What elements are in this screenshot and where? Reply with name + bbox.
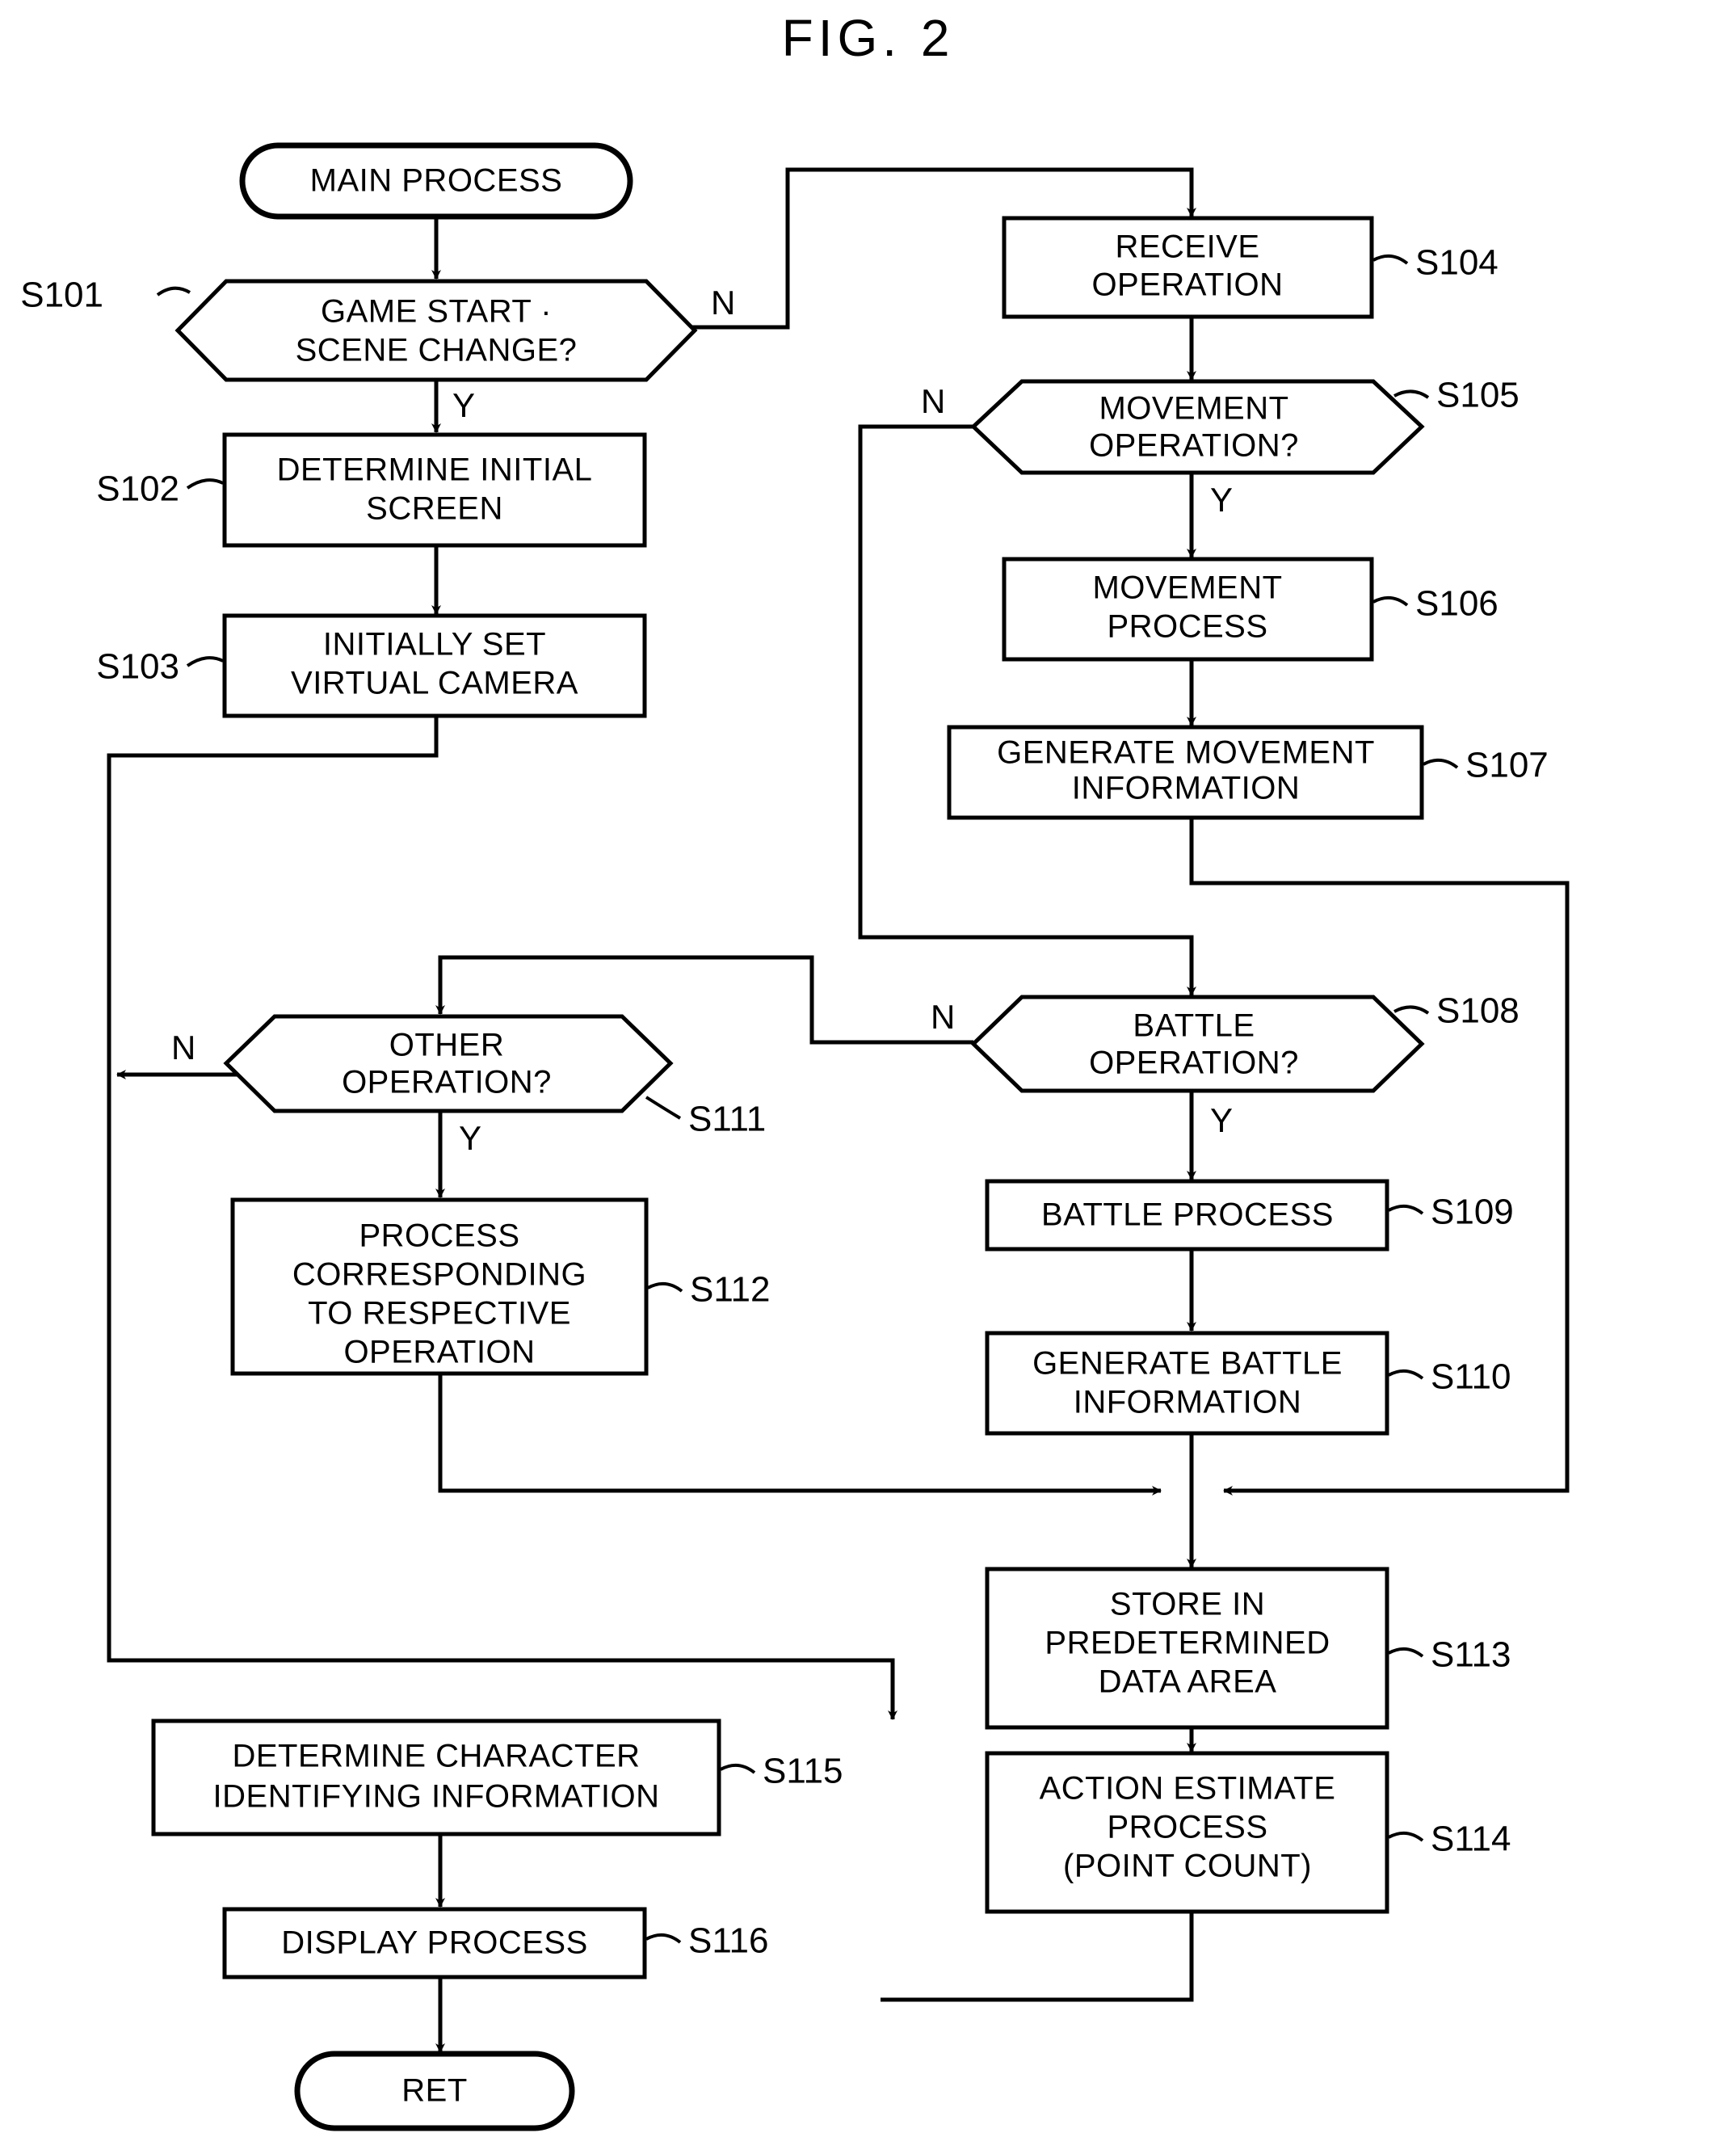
node-s110-line1: GENERATE BATTLE bbox=[1032, 1346, 1343, 1382]
node-s106-line2: PROCESS bbox=[1107, 609, 1267, 645]
edge-s105-n-to-s108 bbox=[858, 424, 1196, 996]
figure-page: FIG. 2 MAIN PROCESS GAME START · SCENE C… bbox=[0, 0, 1736, 2154]
leader-s105 bbox=[1393, 389, 1430, 399]
leader-s104 bbox=[1372, 254, 1409, 265]
node-s103-line2: VIRTUAL CAMERA bbox=[291, 666, 578, 701]
step-label-s103: S103 bbox=[96, 647, 179, 687]
leader-s103 bbox=[186, 656, 224, 667]
node-s113-line1: STORE IN bbox=[1110, 1587, 1265, 1622]
node-s113-line3: DATA AREA bbox=[1099, 1664, 1277, 1700]
leader-s106 bbox=[1372, 595, 1409, 607]
branch-label-s105-y: Y bbox=[1210, 481, 1233, 519]
branch-label-s111-y: Y bbox=[459, 1119, 481, 1157]
node-ret-label: RET bbox=[401, 2073, 468, 2109]
node-s103-line1: INITIALLY SET bbox=[323, 627, 546, 663]
branch-label-s111-n: N bbox=[171, 1029, 195, 1066]
node-s102-line2: SCREEN bbox=[366, 491, 503, 527]
branch-label-s108-y: Y bbox=[1210, 1101, 1233, 1139]
branch-label-s108-n: N bbox=[931, 998, 955, 1036]
node-s112-line1: PROCESS bbox=[359, 1218, 519, 1254]
node-s105-line2: OPERATION? bbox=[1089, 428, 1299, 464]
node-s110-line2: INFORMATION bbox=[1074, 1385, 1302, 1420]
step-label-s108: S108 bbox=[1436, 991, 1520, 1031]
node-main-process-label: MAIN PROCESS bbox=[310, 163, 563, 199]
leader-s109 bbox=[1388, 1204, 1424, 1215]
leader-s113 bbox=[1388, 1647, 1424, 1658]
node-s115-line2: IDENTIFYING INFORMATION bbox=[213, 1779, 660, 1815]
step-label-s112: S112 bbox=[690, 1270, 771, 1310]
flowchart-canvas: MAIN PROCESS GAME START · SCENE CHANGE? … bbox=[20, 142, 1570, 2131]
leader-s108 bbox=[1393, 1005, 1430, 1015]
leader-s102 bbox=[186, 478, 224, 490]
node-s114-line3: (POINT COUNT) bbox=[1063, 1849, 1312, 1884]
step-label-s111: S111 bbox=[688, 1100, 766, 1139]
leader-s116 bbox=[645, 1933, 682, 1944]
leader-s112 bbox=[647, 1281, 683, 1293]
node-s111-line1: OTHER bbox=[389, 1028, 505, 1063]
step-label-s113: S113 bbox=[1431, 1635, 1511, 1675]
node-s102 bbox=[222, 432, 647, 548]
node-s114-line1: ACTION ESTIMATE bbox=[1040, 1771, 1336, 1807]
step-label-s115: S115 bbox=[763, 1752, 843, 1791]
node-s112-line3: TO RESPECTIVE bbox=[308, 1296, 571, 1332]
step-label-s101: S101 bbox=[20, 276, 103, 315]
branch-label-s101-y: Y bbox=[452, 386, 475, 424]
node-s102-line1: DETERMINE INITIAL bbox=[277, 452, 593, 488]
leader-s114 bbox=[1388, 1831, 1424, 1842]
node-s115-line1: DETERMINE CHARACTER bbox=[232, 1739, 640, 1774]
branch-label-s105-n: N bbox=[921, 382, 945, 420]
node-s108-line2: OPERATION? bbox=[1089, 1045, 1299, 1081]
leader-s115 bbox=[720, 1763, 756, 1774]
leader-s101 bbox=[156, 286, 191, 297]
step-label-s102: S102 bbox=[96, 469, 179, 509]
node-s114-line2: PROCESS bbox=[1107, 1810, 1267, 1845]
leader-s111 bbox=[645, 1096, 682, 1120]
node-s104-line2: OPERATION bbox=[1091, 267, 1283, 303]
leader-s107 bbox=[1423, 758, 1459, 769]
node-s104-line1: RECEIVE bbox=[1115, 229, 1259, 265]
node-s101-line2: SCENE CHANGE? bbox=[296, 333, 578, 368]
node-s109-line1: BATTLE PROCESS bbox=[1041, 1197, 1334, 1233]
leader-s110 bbox=[1388, 1369, 1424, 1380]
node-s112-line2: CORRESPONDING bbox=[292, 1257, 586, 1293]
node-s107-line2: INFORMATION bbox=[1072, 771, 1301, 806]
node-s108-line1: BATTLE bbox=[1133, 1008, 1255, 1044]
branch-label-s101-n: N bbox=[711, 284, 735, 322]
step-label-s110: S110 bbox=[1431, 1357, 1511, 1397]
node-s107-line1: GENERATE MOVEMENT bbox=[997, 735, 1375, 771]
step-label-s114: S114 bbox=[1431, 1820, 1511, 1859]
node-s112-line4: OPERATION bbox=[343, 1335, 535, 1370]
node-s105-line1: MOVEMENT bbox=[1099, 391, 1288, 427]
node-s106-line1: MOVEMENT bbox=[1092, 570, 1282, 606]
node-s111-line2: OPERATION? bbox=[342, 1065, 552, 1100]
step-label-s105: S105 bbox=[1436, 376, 1520, 415]
node-s101-line1: GAME START · bbox=[321, 294, 552, 330]
node-s113-line2: PREDETERMINED bbox=[1045, 1626, 1330, 1661]
step-label-s116: S116 bbox=[688, 1921, 769, 1961]
step-label-s109: S109 bbox=[1431, 1193, 1514, 1232]
step-label-s104: S104 bbox=[1415, 243, 1499, 283]
step-label-s106: S106 bbox=[1415, 584, 1499, 624]
step-label-s107: S107 bbox=[1465, 746, 1549, 785]
node-s116-line1: DISPLAY PROCESS bbox=[281, 1925, 588, 1961]
